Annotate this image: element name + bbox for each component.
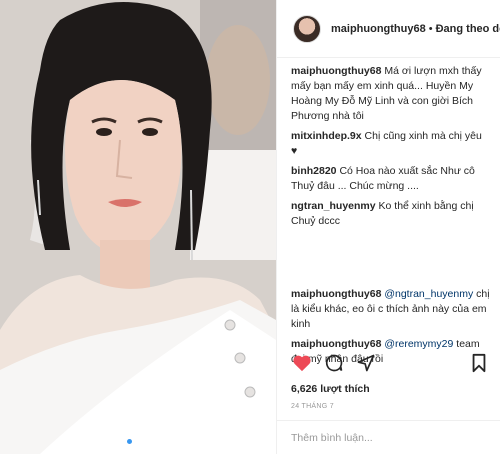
- comment-input[interactable]: [291, 431, 486, 444]
- comment-item: maiphuongthuy68 Má ơi lượn mxh thấy mấy …: [291, 64, 490, 124]
- comment-username[interactable]: binh2820: [291, 165, 337, 177]
- post-image: [0, 0, 276, 454]
- post-photo[interactable]: [0, 0, 276, 454]
- comment-item: binh2820 Có Hoa nào xuất sắc Như cô Thuỷ…: [291, 164, 490, 194]
- heart-icon[interactable]: [291, 352, 313, 374]
- author-username[interactable]: maiphuongthuy68: [331, 23, 426, 35]
- comment-item: ngtran_huyenmy Ko thể xinh bằng chị Chuỷ…: [291, 199, 490, 229]
- following-button[interactable]: Đang theo dõi: [436, 23, 500, 35]
- comment-item: maiphuongthuy68 @ngtran_huyenmy chị là k…: [291, 287, 490, 332]
- comment-item: mitxinhdep.9x Chị cũng xinh mà chị yêu ♥: [291, 129, 490, 159]
- like-count[interactable]: 6,626 lượt thích: [291, 383, 370, 395]
- comment-username[interactable]: maiphuongthuy68: [291, 288, 381, 300]
- carousel-dot: [126, 439, 132, 444]
- comment-username[interactable]: ngtran_huyenmy: [291, 200, 376, 212]
- comment-username[interactable]: maiphuongthuy68: [291, 338, 381, 350]
- comment-icon[interactable]: [323, 352, 345, 374]
- avatar[interactable]: [293, 14, 321, 43]
- carousel-dot: [135, 439, 141, 444]
- header-separator: •: [428, 22, 433, 35]
- post-header: maiphuongthuy68 • Đang theo dõi: [277, 0, 500, 58]
- comment-username[interactable]: mitxinhdep.9x: [291, 130, 362, 142]
- share-icon[interactable]: [355, 352, 377, 374]
- comment-box: [277, 420, 500, 454]
- comment-username[interactable]: maiphuongthuy68: [291, 65, 381, 77]
- post-panel: maiphuongthuy68 • Đang theo dõi maiphuon…: [276, 0, 500, 454]
- comment-mention[interactable]: @ngtran_huyenmy: [384, 288, 473, 300]
- comment-list: maiphuongthuy68 Má ơi lượn mxh thấy mấy …: [277, 64, 500, 372]
- action-bar: [291, 352, 490, 374]
- comment-mention[interactable]: @reremymy29: [384, 338, 453, 350]
- post-date: 24 THÁNG 7: [291, 403, 334, 410]
- carousel-dot: [144, 439, 150, 444]
- carousel-indicator: [0, 439, 276, 444]
- bookmark-icon[interactable]: [468, 352, 490, 374]
